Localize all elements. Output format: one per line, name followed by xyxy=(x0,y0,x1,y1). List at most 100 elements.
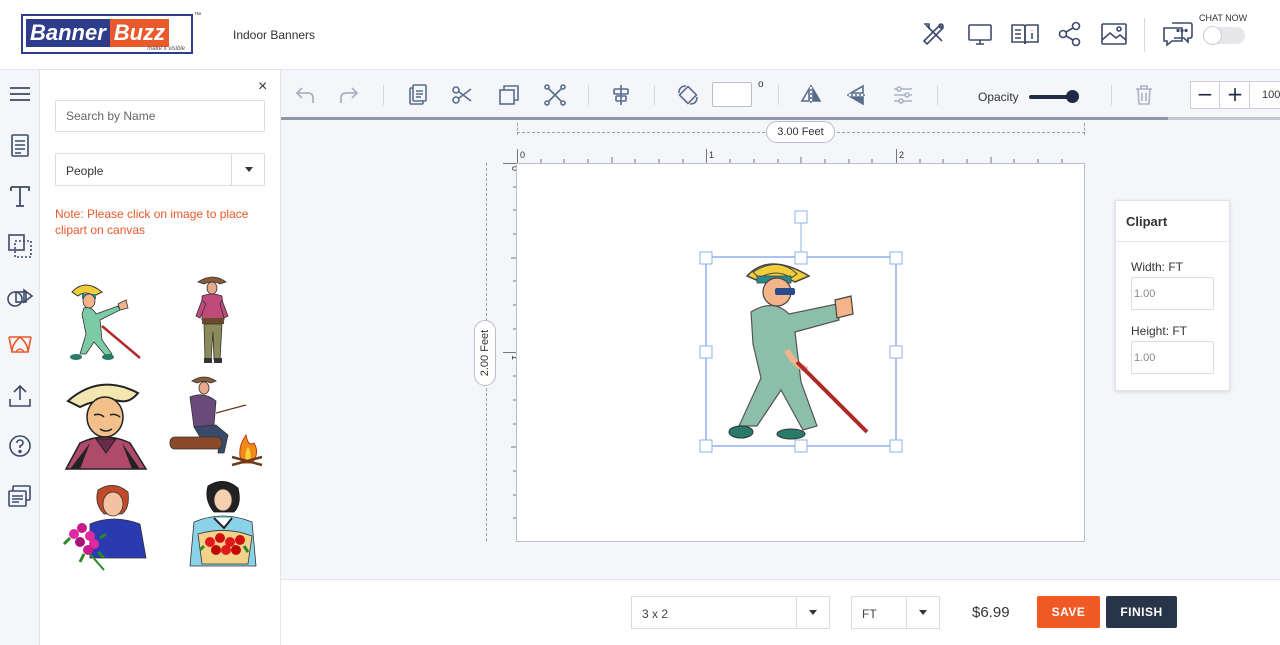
paste-icon[interactable] xyxy=(405,83,429,107)
height-label: Height: FT xyxy=(1131,324,1188,338)
bottom-bar: 3 x 2 FT $6.99 SAVE FINISH xyxy=(281,579,1280,645)
chat-toggle[interactable] xyxy=(1203,26,1245,45)
delete-element-icon[interactable] xyxy=(543,83,567,107)
clipart-cowboy-standing[interactable] xyxy=(168,270,268,370)
ruler-h-label-0: 0 xyxy=(520,150,525,160)
text-icon[interactable] xyxy=(6,182,34,210)
category-select[interactable]: People xyxy=(55,153,265,186)
width-dimension-label: 3.00 Feet xyxy=(766,121,835,143)
horizontal-ruler: 0 1 2 xyxy=(517,149,1085,163)
ruler-h-label-2: 2 xyxy=(899,150,904,160)
toolbar-divider xyxy=(778,85,779,105)
clipart-man-by-campfire[interactable] xyxy=(166,373,266,473)
zoom-level: 100 xyxy=(1262,89,1280,101)
unit-value: FT xyxy=(862,607,877,621)
toolbar-divider xyxy=(383,85,384,105)
rotate-icon[interactable] xyxy=(676,83,700,107)
opacity-label: Opacity xyxy=(978,90,1019,104)
select-divider xyxy=(796,597,797,628)
logo-word-banner: Banner xyxy=(26,19,110,47)
vertical-ruler: 0 1 xyxy=(503,163,517,541)
image-gallery-icon[interactable] xyxy=(1100,20,1128,48)
chat-toggle-knob xyxy=(1203,26,1222,45)
top-header: Banner Buzz make it visible ™ Indoor Ban… xyxy=(0,0,1280,70)
templates-icon[interactable] xyxy=(6,132,34,160)
toolbar-underline xyxy=(281,117,1168,120)
design-tools-icon[interactable] xyxy=(920,20,948,48)
adjust-icon[interactable] xyxy=(891,83,915,107)
height-dimension-text: 2.00 Feet xyxy=(479,329,491,377)
clipart-woman-with-flowers[interactable] xyxy=(60,478,160,578)
clipart-properties-title: Clipart xyxy=(1116,201,1229,242)
catalog-info-icon[interactable] xyxy=(1010,20,1039,48)
zoom-control: − + 100 xyxy=(1190,81,1280,109)
menu-icon[interactable] xyxy=(6,80,34,108)
clipart-woman-with-roses[interactable] xyxy=(168,478,268,578)
clipart-icon[interactable] xyxy=(6,332,34,360)
chevron-down-icon xyxy=(919,610,927,615)
header-divider xyxy=(1144,18,1145,52)
flip-vertical-icon[interactable] xyxy=(845,83,869,107)
undo-icon[interactable] xyxy=(293,83,317,107)
toolbar-divider xyxy=(654,85,655,105)
placement-note: Note: Please click on image to place cli… xyxy=(55,207,249,237)
tool-rail xyxy=(0,70,40,645)
product-title: Indoor Banners xyxy=(233,28,316,42)
size-value: 3 x 2 xyxy=(642,607,669,621)
chevron-down-icon xyxy=(245,167,253,172)
clipart-properties-panel: Clipart Width: FT 1.00 Height: FT 1.00 xyxy=(1115,200,1230,391)
logo-trademark: ™ xyxy=(194,12,201,19)
trash-icon[interactable] xyxy=(1132,83,1156,107)
clipart-cowboy-portrait[interactable] xyxy=(60,373,160,473)
bannerbuzz-logo[interactable]: Banner Buzz make it visible xyxy=(21,14,193,54)
width-field[interactable]: 1.00 xyxy=(1131,277,1214,310)
toolbar-divider xyxy=(1111,85,1112,105)
height-field[interactable]: 1.00 xyxy=(1131,341,1214,374)
logo-wordmark: Banner Buzz xyxy=(26,19,188,47)
height-dimension-label: 2.00 Feet xyxy=(474,320,496,386)
chat-now-label: CHAT NOW xyxy=(1199,13,1248,23)
width-label: Width: FT xyxy=(1131,260,1184,274)
cut-icon[interactable] xyxy=(450,83,474,107)
finish-button[interactable]: FINISH xyxy=(1106,596,1177,628)
redo-icon[interactable] xyxy=(337,83,361,107)
logo-word-buzz: Buzz xyxy=(109,19,170,47)
zoom-out-button[interactable]: − xyxy=(1191,82,1220,108)
desktop-preview-icon[interactable] xyxy=(966,20,994,48)
ruler-h-label-1: 1 xyxy=(709,150,714,160)
category-value: People xyxy=(66,164,104,178)
price: $6.99 xyxy=(972,604,1010,621)
opacity-slider-handle[interactable] xyxy=(1066,90,1079,103)
search-input[interactable] xyxy=(55,100,265,132)
help-icon[interactable] xyxy=(6,432,34,460)
toolbar-divider xyxy=(588,85,589,105)
design-canvas[interactable] xyxy=(516,163,1085,542)
toolbar-divider xyxy=(937,85,938,105)
shapes-icon[interactable] xyxy=(6,282,34,310)
width-dimension-tick xyxy=(517,123,518,135)
placed-clipart-man-with-cane[interactable] xyxy=(728,263,869,440)
clipart-panel: × People Note: Please click on image to … xyxy=(40,70,281,645)
zoom-in-button[interactable]: + xyxy=(1221,82,1250,108)
width-dimension-tick xyxy=(1084,123,1085,135)
select-divider xyxy=(231,154,232,185)
chevron-down-icon xyxy=(809,610,817,615)
size-select[interactable]: 3 x 2 xyxy=(631,596,830,629)
flip-horizontal-icon[interactable] xyxy=(799,83,823,107)
unit-select[interactable]: FT xyxy=(851,596,940,629)
logo-tagline: make it visible xyxy=(147,46,185,52)
copy-icon[interactable] xyxy=(497,83,521,107)
close-icon[interactable]: × xyxy=(258,78,267,96)
align-center-icon[interactable] xyxy=(609,83,633,107)
save-button[interactable]: SAVE xyxy=(1037,596,1100,628)
share-icon[interactable] xyxy=(1056,20,1084,48)
rotation-input[interactable] xyxy=(712,82,752,107)
background-icon[interactable] xyxy=(6,232,34,260)
rotation-handle[interactable] xyxy=(794,210,808,256)
upload-icon[interactable] xyxy=(6,382,34,410)
select-divider xyxy=(906,597,907,628)
order-notes-icon[interactable] xyxy=(6,482,34,510)
edit-toolbar: o Opacity − + 100 xyxy=(281,70,1280,120)
chat-icon[interactable] xyxy=(1162,20,1194,48)
clipart-man-with-cane[interactable] xyxy=(60,270,160,370)
